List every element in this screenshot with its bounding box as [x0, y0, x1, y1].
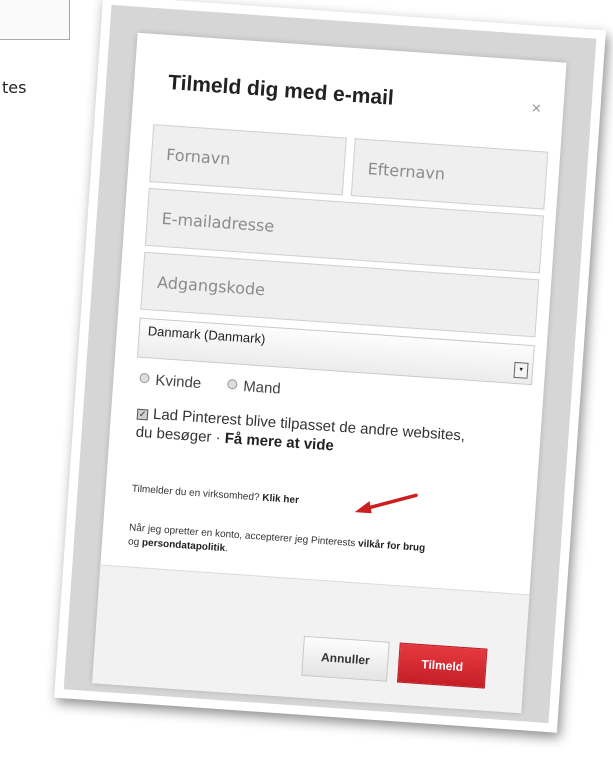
radio-male[interactable] — [227, 378, 238, 390]
personalize-checkbox[interactable]: ✓ — [136, 408, 149, 421]
business-signup: Tilmelder du en virksomhed? Klik her — [131, 483, 299, 506]
business-link[interactable]: Klik her — [262, 493, 299, 507]
screenshot-backdrop: Tilmeld dig med e-mail × Fornavn Efterna… — [63, 4, 597, 724]
dialog-footer: Annuller Tilmeld — [92, 564, 530, 714]
terms-link[interactable]: vilkår for brug — [358, 538, 426, 554]
dropdown-arrow-icon[interactable]: ▾ — [513, 361, 529, 379]
page: tes Tilmeld dig med e-mail × Fornavn Eft… — [0, 0, 613, 759]
first-name-field[interactable]: Fornavn — [149, 124, 347, 196]
gender-female-label: Kvinde — [154, 371, 202, 393]
email-placeholder: E-mailadresse — [161, 208, 275, 236]
privacy-link[interactable]: persondatapolitik — [142, 537, 226, 554]
personalize-option: ✓ Lad Pinterest blive tilpasset de andre … — [135, 404, 467, 465]
signup-dialog: Tilmeld dig med e-mail × Fornavn Efterna… — [92, 32, 567, 714]
gender-option-male[interactable]: Mand — [227, 377, 282, 398]
background-text-fragment: tes — [2, 78, 27, 97]
terms-joiner: og — [127, 536, 140, 549]
screenshot-photo: Tilmeld dig med e-mail × Fornavn Efterna… — [54, 0, 606, 733]
first-name-placeholder: Fornavn — [165, 144, 232, 169]
last-name-field[interactable]: Efternavn — [350, 138, 549, 210]
terms-text: Når jeg opretter en konto, accepterer je… — [128, 521, 529, 577]
signup-button[interactable]: Tilmeld — [396, 642, 488, 689]
country-selected-value: Danmark (Danmark) — [147, 323, 266, 347]
business-question: Tilmelder du en virksomhed? — [131, 483, 260, 504]
radio-female[interactable] — [139, 372, 150, 384]
last-name-placeholder: Efternavn — [367, 158, 446, 184]
terms-suffix: . — [224, 543, 229, 555]
red-arrow-annotation — [354, 493, 418, 514]
background-input-box — [0, 0, 70, 40]
cancel-button[interactable]: Annuller — [301, 635, 390, 682]
gender-male-label: Mand — [242, 378, 282, 398]
gender-options: Kvinde Mand — [139, 371, 303, 399]
gender-option-female[interactable]: Kvinde — [139, 371, 206, 393]
dialog-title: Tilmeld dig med e-mail — [167, 71, 395, 110]
close-button[interactable]: × — [531, 98, 542, 119]
password-placeholder: Adgangskode — [156, 272, 266, 299]
